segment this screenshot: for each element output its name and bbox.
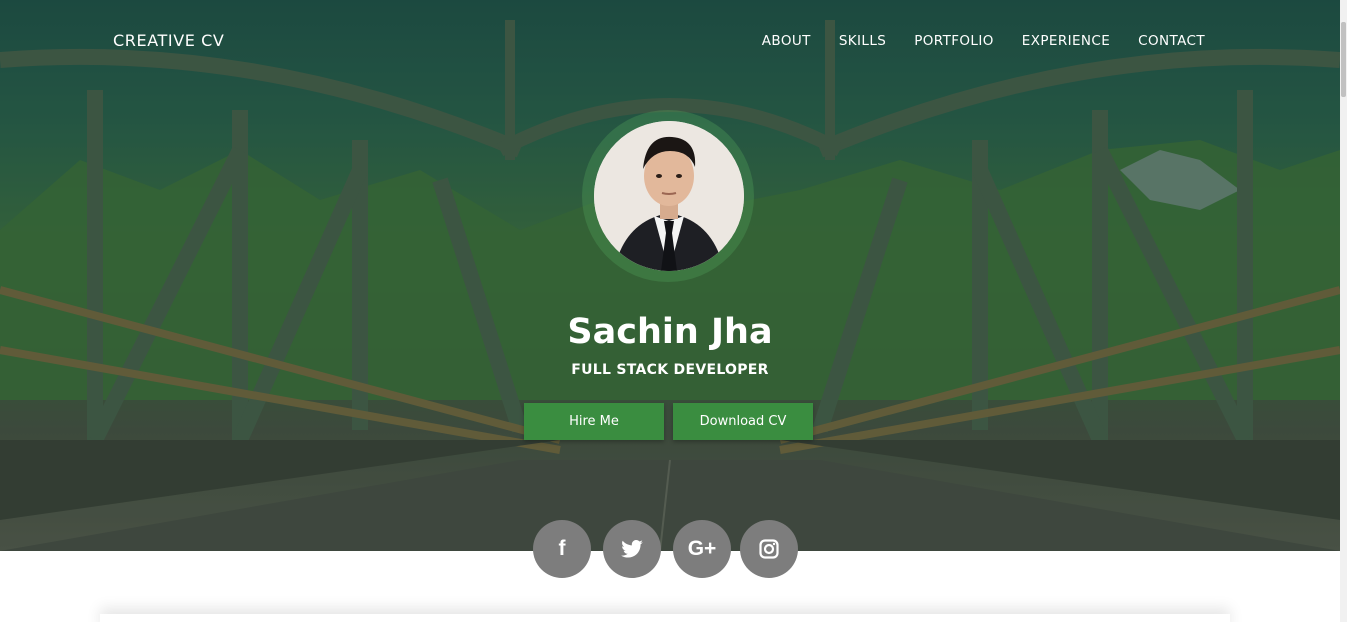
twitter-icon bbox=[621, 540, 643, 558]
scrollbar-track[interactable] bbox=[1340, 0, 1347, 622]
twitter-button[interactable] bbox=[603, 520, 661, 578]
instagram-button[interactable] bbox=[740, 520, 798, 578]
googleplus-button[interactable]: G+ bbox=[673, 520, 731, 578]
brand-logo[interactable]: CREATIVE CV bbox=[113, 31, 224, 50]
profile-name: Sachin Jha bbox=[567, 312, 773, 352]
nav-portfolio[interactable]: PORTFOLIO bbox=[914, 33, 994, 49]
nav-contact[interactable]: CONTACT bbox=[1138, 33, 1205, 49]
facebook-button[interactable]: f bbox=[533, 520, 591, 578]
instagram-icon bbox=[759, 539, 779, 559]
nav-skills[interactable]: SKILLS bbox=[839, 33, 886, 49]
scrollbar-thumb[interactable] bbox=[1341, 22, 1346, 97]
page: CREATIVE CV ABOUT SKILLS PORTFOLIO EXPER… bbox=[0, 0, 1347, 622]
nav-about[interactable]: ABOUT bbox=[762, 33, 811, 49]
hero-section: CREATIVE CV ABOUT SKILLS PORTFOLIO EXPER… bbox=[0, 0, 1340, 551]
nav-experience[interactable]: EXPERIENCE bbox=[1022, 33, 1110, 49]
hire-me-button[interactable]: Hire Me bbox=[524, 403, 664, 440]
download-cv-button[interactable]: Download CV bbox=[673, 403, 813, 440]
content-card-top bbox=[100, 614, 1230, 622]
profile-photo bbox=[594, 121, 744, 271]
facebook-icon: f bbox=[558, 537, 566, 560]
googleplus-icon: G+ bbox=[687, 537, 717, 560]
avatar bbox=[594, 121, 744, 271]
profile-role: FULL STACK DEVELOPER bbox=[571, 362, 769, 378]
top-navigation: ABOUT SKILLS PORTFOLIO EXPERIENCE CONTAC… bbox=[762, 33, 1205, 49]
